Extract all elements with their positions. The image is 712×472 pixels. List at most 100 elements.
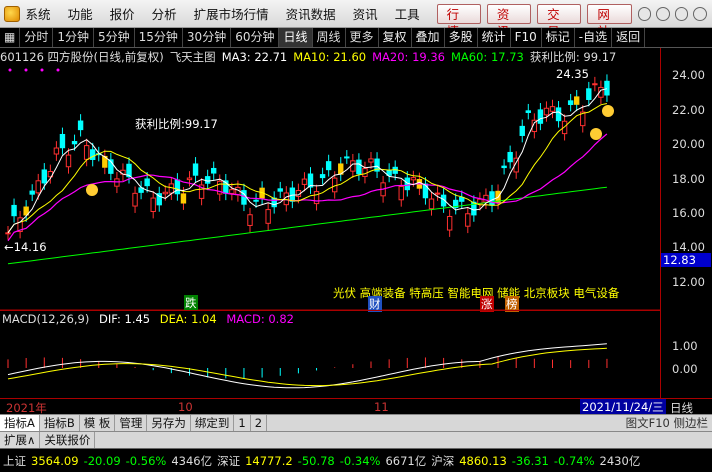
tag-drop[interactable]: 跌 (184, 295, 198, 311)
hs-percent: -0.74% (553, 453, 595, 468)
tab-30min[interactable]: 30分钟 (183, 28, 232, 47)
tab-weekly[interactable]: 周线 (313, 28, 346, 47)
candle-body (35, 180, 41, 194)
candle-body (592, 83, 598, 86)
app-logo-icon (4, 5, 20, 22)
expand-button[interactable]: 扩展∧ (0, 432, 41, 448)
grid-icon[interactable]: ▦ (0, 28, 21, 47)
candle-body (567, 100, 574, 106)
y-label: 20.00 (672, 137, 705, 151)
tab-5min[interactable]: 5分钟 (94, 28, 135, 47)
tab-15min[interactable]: 15分钟 (135, 28, 183, 47)
hs-label[interactable]: 沪深 (431, 453, 454, 469)
tab-intraday[interactable]: 分时 (20, 28, 54, 47)
current-date: 2021/11/24/三 (580, 399, 666, 415)
menu-ext-market[interactable]: 扩展市场行情 (194, 4, 269, 23)
macd-label[interactable]: MACD(12,26,9) (2, 312, 89, 326)
macd-value: MACD: 0.82 (226, 312, 294, 326)
candle-body (247, 214, 253, 226)
back-button[interactable]: 返回 (612, 28, 646, 47)
help-icon[interactable] (637, 6, 652, 21)
candle-body (446, 215, 453, 231)
sh-label[interactable]: 上证 (3, 453, 26, 469)
candle-body (501, 165, 507, 169)
candle-body (204, 176, 211, 184)
related-quotes-button[interactable]: 关联报价 (40, 432, 96, 448)
smiley-icon (602, 105, 614, 117)
candle-body (319, 174, 326, 179)
sz-volume: 6671亿 (385, 453, 427, 468)
candle-body (253, 199, 259, 202)
period-toolbar: ▦ 分时 1分钟 5分钟 15分钟 30分钟 60分钟 日线 周线 更多 复权 … (0, 28, 712, 48)
sz-change: -50.78 (297, 453, 335, 468)
sh-percent: -0.56% (125, 453, 167, 468)
candle-body (211, 167, 217, 174)
tab-1[interactable]: 1 (234, 414, 251, 432)
indicator-tabs: 指标A 指标B 模 板 管理 另存为 绑定到 1 2 图文F10 侧边栏 (0, 414, 712, 432)
tab-manage[interactable]: 管理 (115, 414, 148, 432)
candle-body (271, 197, 277, 208)
candle-body (229, 189, 235, 194)
smiley-icon (590, 128, 602, 140)
candle-body (362, 168, 368, 177)
news-button[interactable]: 资讯 (486, 3, 532, 39)
tab-2[interactable]: 2 (251, 414, 268, 432)
menu-analysis[interactable]: 分析 (152, 4, 177, 23)
tab-more[interactable]: 更多 (346, 28, 379, 47)
remove-watchlist-button[interactable]: -自选 (575, 28, 613, 47)
dif-value: DIF: 1.45 (99, 312, 151, 326)
menu-info[interactable]: 资讯 (353, 4, 378, 23)
tab-indicator-a[interactable]: 指标A (0, 414, 40, 432)
adjust-button[interactable]: 复权 (379, 28, 412, 47)
mark-button[interactable]: 标记 (542, 28, 575, 47)
candle-body (410, 177, 417, 181)
f10-button[interactable]: F10 (511, 28, 542, 47)
candle-body (265, 209, 271, 224)
menu-system[interactable]: 系统 (26, 4, 51, 23)
tab-1min[interactable]: 1分钟 (53, 28, 94, 47)
candle-body (344, 156, 350, 159)
candle-body (114, 178, 120, 187)
menu-info-data[interactable]: 资讯数据 (286, 4, 336, 23)
overlay-button[interactable]: 叠加 (412, 28, 445, 47)
menu-tools[interactable]: 工具 (395, 4, 420, 23)
website-button[interactable]: 网站 (587, 3, 632, 39)
tab-60min[interactable]: 60分钟 (231, 28, 280, 47)
multi-stock-button[interactable]: 多股 (445, 28, 478, 47)
maximize-icon[interactable] (674, 6, 689, 21)
candle-body (356, 159, 362, 175)
menu-quote[interactable]: 报价 (110, 4, 135, 23)
close-icon[interactable] (693, 6, 707, 21)
candle-body (525, 110, 531, 113)
sz-label[interactable]: 深证 (217, 453, 240, 469)
sz-price: 14777.2 (245, 453, 293, 468)
f10-sidebar-link[interactable]: 图文F10 侧边栏 (622, 415, 712, 432)
candle-body (132, 192, 138, 207)
candle-body (180, 193, 187, 204)
candle-body (59, 133, 66, 149)
trade-button[interactable]: 交易 (537, 3, 582, 39)
hs-volume: 2430亿 (599, 453, 641, 468)
hs-change: -36.31 (511, 453, 549, 468)
candle-body (65, 154, 72, 168)
current-price-tag: 12.83 (661, 253, 711, 267)
tab-indicator-b[interactable]: 指标B (40, 414, 80, 432)
quotes-button[interactable]: 行情 (436, 3, 481, 39)
sh-volume: 4346亿 (171, 453, 213, 468)
candle-body (325, 161, 332, 171)
tab-template[interactable]: 模 板 (80, 414, 116, 432)
date-axis: 2021年 10 11 2021/11/24/三 日线 (0, 398, 712, 415)
tab-bind-to[interactable]: 绑定到 (191, 414, 235, 432)
candle-body (465, 213, 471, 227)
y-label: 12.00 (672, 275, 705, 289)
minimize-icon[interactable] (656, 6, 670, 21)
menu-function[interactable]: 功能 (68, 4, 93, 23)
candle-body (549, 106, 556, 112)
statistics-button[interactable]: 统计 (478, 28, 511, 47)
profit-ratio-annotation: 获利比例:99.17 (135, 117, 218, 131)
candle-body (277, 188, 283, 192)
tab-save-as[interactable]: 另存为 (147, 414, 191, 432)
candle-body (489, 191, 495, 206)
candle-body (162, 191, 169, 195)
tab-daily[interactable]: 日线 (279, 28, 313, 47)
